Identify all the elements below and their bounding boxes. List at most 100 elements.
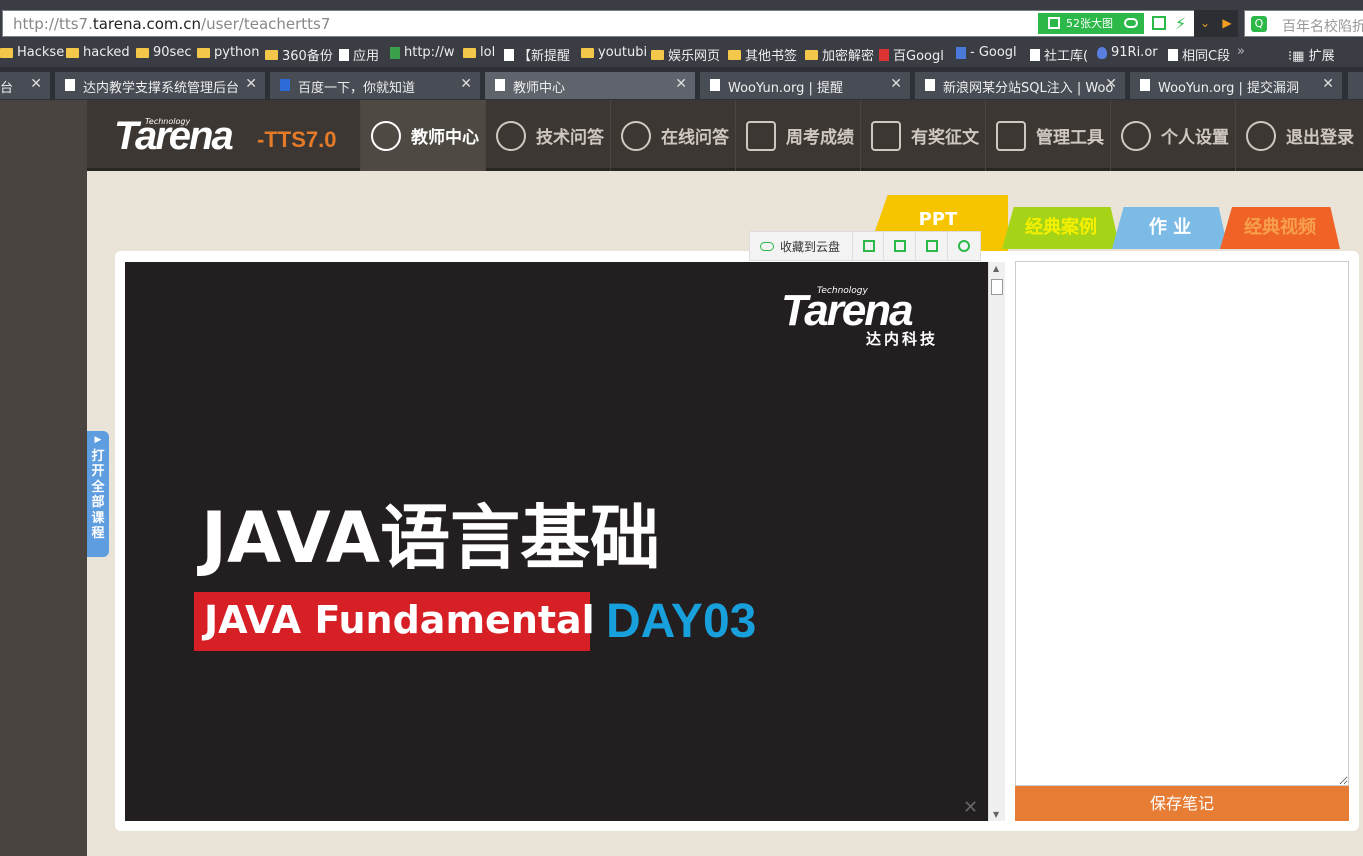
bookmark-item[interactable]: lol — [463, 45, 495, 60]
lightning-icon[interactable]: ⚡ — [1175, 14, 1186, 33]
floppy-disk-icon — [894, 240, 907, 252]
bookmark-label: 90sec — [153, 45, 192, 60]
tab-title: 百度一下，你就知道 — [298, 81, 416, 96]
bookmark-item[interactable]: 【新提醒 — [504, 45, 570, 64]
nav-essay-contest[interactable]: 有奖征文 — [860, 100, 985, 171]
fullscreen-icon[interactable]: ✕ — [963, 797, 983, 818]
tab-homework[interactable]: 作 业 — [1112, 207, 1228, 249]
bookmark-label: 社工库( — [1044, 49, 1089, 64]
bookmark-item[interactable]: 娱乐网页 — [651, 45, 720, 64]
close-icon[interactable]: ✕ — [675, 76, 687, 92]
extensions-button[interactable]: ⁝▦ 扩展 — [1288, 45, 1335, 64]
scroll-up-icon[interactable]: ▲ — [993, 264, 999, 273]
browser-tab[interactable]: 新浪网某分站SQL注入 | Woo ✕ — [915, 72, 1125, 99]
pen-icon — [746, 120, 776, 151]
chevron-down-icon[interactable]: ⌄ — [1194, 10, 1216, 37]
bookmark-item[interactable]: youtubi — [581, 45, 647, 60]
folder-icon — [0, 47, 13, 58]
folder-icon — [136, 47, 149, 58]
scrollbar-thumb[interactable] — [991, 279, 1003, 295]
expand-icon — [862, 240, 875, 252]
fullscreen-icon — [1048, 17, 1060, 29]
bookmark-item[interactable]: 91Ri.or — [1097, 45, 1158, 60]
close-icon[interactable]: ✕ — [1322, 76, 1334, 92]
bookmark-label: python — [214, 45, 260, 60]
slide-scrollbar[interactable]: ▲ ▼ — [988, 262, 1005, 821]
bookmark-label: 相同C段 — [1182, 49, 1231, 64]
nav-tech-qa[interactable]: 技术问答 — [485, 100, 610, 171]
save-notes-button[interactable]: 保存笔记 — [1015, 786, 1349, 821]
close-icon[interactable]: ✕ — [1105, 76, 1117, 92]
shield-icon — [1097, 46, 1107, 59]
close-icon[interactable]: ✕ — [245, 76, 257, 92]
nav-label: 有奖征文 — [911, 128, 979, 148]
bookmark-label: hacked — [83, 45, 130, 60]
save-to-cloud-button[interactable]: 收藏到云盘 — [750, 232, 853, 260]
bookmark-item[interactable]: 相同C段 — [1168, 45, 1230, 64]
close-icon[interactable]: ✕ — [460, 76, 472, 92]
folder-icon — [805, 49, 818, 60]
notes-textarea[interactable] — [1015, 261, 1349, 786]
browser-tab-active[interactable]: 教师中心 ✕ — [485, 72, 695, 99]
page-icon — [1168, 48, 1178, 61]
bookmarks-overflow-button[interactable]: » — [1237, 44, 1245, 59]
save-button[interactable] — [884, 232, 917, 260]
bookmark-label: 360备份 — [282, 49, 333, 64]
browser-tab[interactable]: WooYun.org | 提醒 ✕ — [700, 72, 910, 99]
tab-classic-videos[interactable]: 经典视频 — [1220, 207, 1340, 249]
nav-teacher-center[interactable]: 教师中心 — [360, 100, 485, 171]
scroll-down-icon[interactable]: ▼ — [993, 810, 999, 819]
share-button[interactable] — [916, 232, 949, 260]
bookmark-item[interactable]: 其他书签 — [728, 45, 797, 64]
browser-address-bar: http://tts7.tarena.com.cn/user/teachertt… — [0, 0, 1363, 40]
browser-tab[interactable]: 台 ✕ — [0, 72, 50, 99]
new-tab-button[interactable] — [1348, 72, 1363, 99]
nav-weekly-exam[interactable]: 周考成绩 — [735, 100, 860, 171]
cloud-icon — [1124, 18, 1138, 28]
nav-personal-settings[interactable]: 个人设置 — [1110, 100, 1235, 171]
bookmark-item[interactable]: Hackse — [0, 45, 64, 60]
bookmark-item[interactable]: 应用 — [339, 45, 379, 64]
bookmark-item[interactable]: http://w — [390, 45, 454, 60]
bookmark-item[interactable]: 百Googl — [879, 45, 944, 64]
bookmark-item[interactable]: 90sec — [136, 45, 191, 60]
nav-label: 周考成绩 — [786, 128, 854, 148]
close-icon[interactable]: ✕ — [890, 76, 902, 92]
browser-tab[interactable]: 达内教学支撑系统管理后台 ✕ — [55, 72, 265, 99]
graduation-cap-icon — [871, 120, 901, 151]
expand-button[interactable] — [853, 232, 885, 260]
search-input[interactable]: Q 百年名校陷折 — [1244, 10, 1363, 37]
image-count-button[interactable]: 52张大图 — [1038, 13, 1144, 34]
bookmark-label: Hackse — [17, 45, 65, 60]
share-icon[interactable] — [1152, 16, 1166, 30]
bookmark-item[interactable]: hacked — [66, 45, 130, 60]
bookmark-label: youtubi — [598, 45, 648, 60]
bookmark-label: 应用 — [353, 49, 380, 64]
tab-classic-cases[interactable]: 经典案例 — [1002, 207, 1120, 249]
play-icon[interactable]: ▶ — [1216, 10, 1238, 37]
nav-online-qa[interactable]: 在线问答 — [610, 100, 735, 171]
folder-icon — [463, 47, 476, 58]
folder-icon — [66, 47, 79, 58]
open-all-courses-button[interactable]: ▶ 打 开 全 部 课 程 — [87, 431, 109, 557]
nav-logout[interactable]: 退出登录 — [1235, 100, 1363, 171]
bookmark-item[interactable]: 360备份 — [265, 45, 333, 64]
bookmark-label: - Googl — [970, 45, 1017, 60]
browser-tab[interactable]: WooYun.org | 提交漏洞 ✕ — [1130, 72, 1342, 99]
folder-icon — [581, 47, 594, 58]
nav-admin-tools[interactable]: 管理工具 — [985, 100, 1110, 171]
bookmark-item[interactable]: 社工库( — [1030, 45, 1088, 64]
share-icon — [926, 240, 939, 252]
open-courses-char: 课 — [91, 510, 105, 526]
browser-tab[interactable]: 百度一下，你就知道 ✕ — [270, 72, 480, 99]
bookmark-item[interactable]: - Googl — [956, 45, 1017, 60]
bookmark-item[interactable]: 加密解密 — [805, 45, 874, 64]
open-courses-char: 部 — [91, 495, 105, 510]
page-icon — [339, 48, 349, 61]
open-courses-char: 程 — [91, 526, 105, 541]
bookmark-item[interactable]: python — [197, 45, 259, 60]
site-logo-subtitle: Technology — [145, 117, 191, 126]
browser-tab-strip: 台 ✕ 达内教学支撑系统管理后台 ✕ 百度一下，你就知道 ✕ 教师中心 ✕ WooYun… — [0, 67, 1363, 100]
settings-button[interactable] — [948, 232, 980, 260]
close-icon[interactable]: ✕ — [30, 76, 42, 92]
